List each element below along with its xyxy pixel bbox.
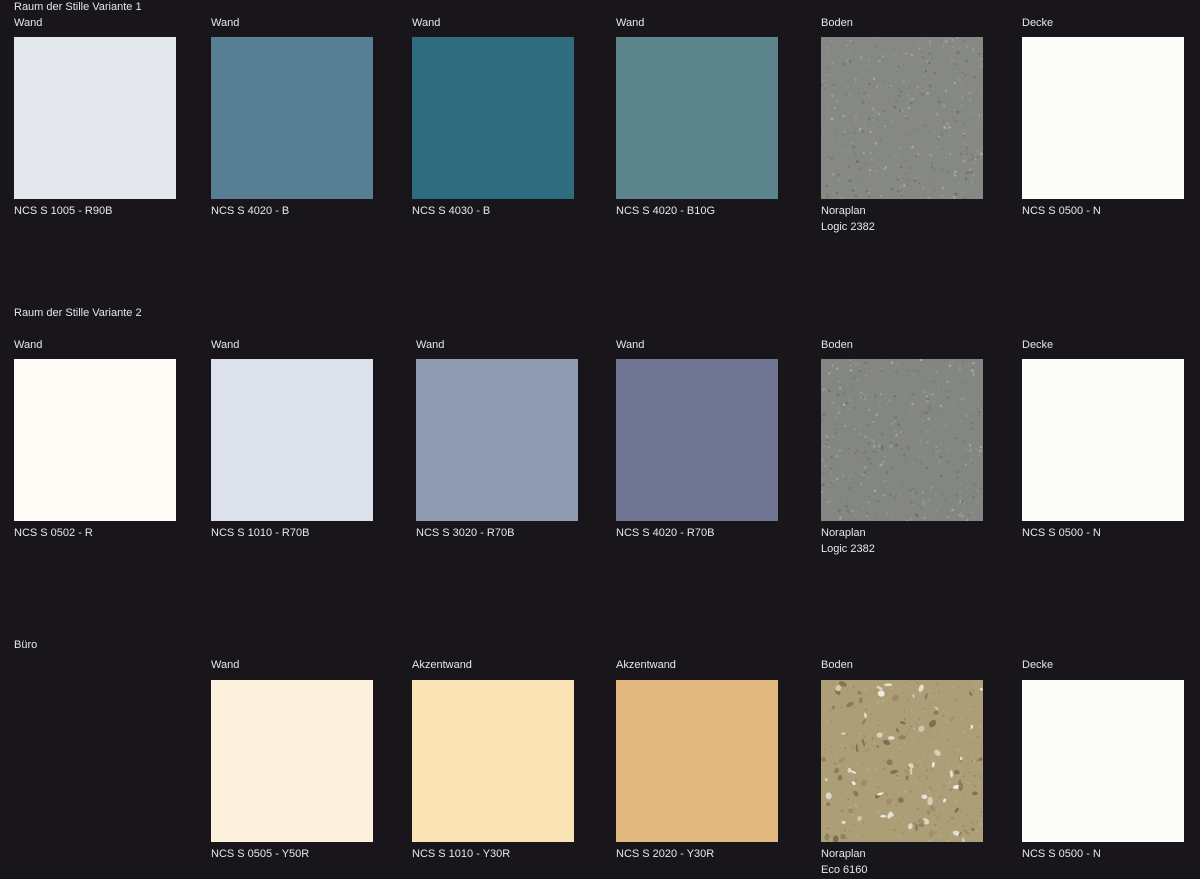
swatch-category: Wand [14,17,43,29]
product-name: Logic 2382 [821,221,875,233]
color-code: NCS S 4030 - B [412,205,491,217]
color-code: NCS S 1010 - R70B [211,527,310,539]
swatch-category: Decke [1022,659,1054,671]
swatch-category: Boden [821,339,853,351]
color-swatch [14,37,176,199]
section-title: Raum der Stille Variante 2 [14,307,142,319]
swatch-category: Wand [616,17,645,29]
color-swatch [211,359,373,521]
color-code: Noraplan [821,848,866,860]
color-code: NCS S 1010 - Y30R [412,848,511,860]
swatch-category: Akzentwand [412,659,472,671]
swatch-category: Boden [821,659,853,671]
floor-texture [821,680,983,842]
swatch-category: Wand [14,339,43,351]
swatch-category: Boden [821,17,853,29]
product-name: Logic 2382 [821,543,875,555]
color-swatch [616,680,778,842]
floor-sample-swatch [821,37,983,199]
section-title: Büro [14,639,38,651]
swatch-category: Wand [412,17,441,29]
section-title: Raum der Stille Variante 1 [14,1,142,13]
color-code: NCS S 2020 - Y30R [616,848,715,860]
floor-texture [821,359,983,521]
color-code: NCS S 0505 - Y50R [211,848,310,860]
color-code: NCS S 4020 - B10G [616,205,716,217]
color-code: NCS S 0500 - N [1022,527,1101,539]
color-code: NCS S 4020 - B [211,205,290,217]
color-code: Noraplan [821,527,866,539]
color-code: NCS S 0500 - N [1022,848,1101,860]
swatch-category: Decke [1022,17,1054,29]
swatch-category: Wand [416,339,445,351]
color-code: NCS S 3020 - R70B [416,527,515,539]
floor-texture [821,37,983,199]
swatch-category: Wand [211,659,240,671]
product-name: Eco 6160 [821,864,868,876]
color-swatch [1022,37,1184,199]
swatch-category: Akzentwand [616,659,676,671]
color-swatch [616,359,778,521]
color-swatch [211,680,373,842]
swatch-category: Decke [1022,339,1054,351]
color-swatch [211,37,373,199]
color-swatch [412,37,574,199]
color-code: NCS S 4020 - R70B [616,527,715,539]
swatch-category: Wand [616,339,645,351]
floor-sample-swatch [821,680,983,842]
swatch-category: Wand [211,339,240,351]
color-swatch [14,359,176,521]
color-swatch [1022,359,1184,521]
color-swatch [1022,680,1184,842]
color-code: NCS S 1005 - R90B [14,205,113,217]
swatch-category: Wand [211,17,240,29]
floor-sample-swatch [821,359,983,521]
color-swatch [416,359,578,521]
color-swatch [412,680,574,842]
color-swatch [616,37,778,199]
color-code: NCS S 0500 - N [1022,205,1101,217]
color-code: Noraplan [821,205,866,217]
color-code: NCS S 0502 - R [14,527,93,539]
